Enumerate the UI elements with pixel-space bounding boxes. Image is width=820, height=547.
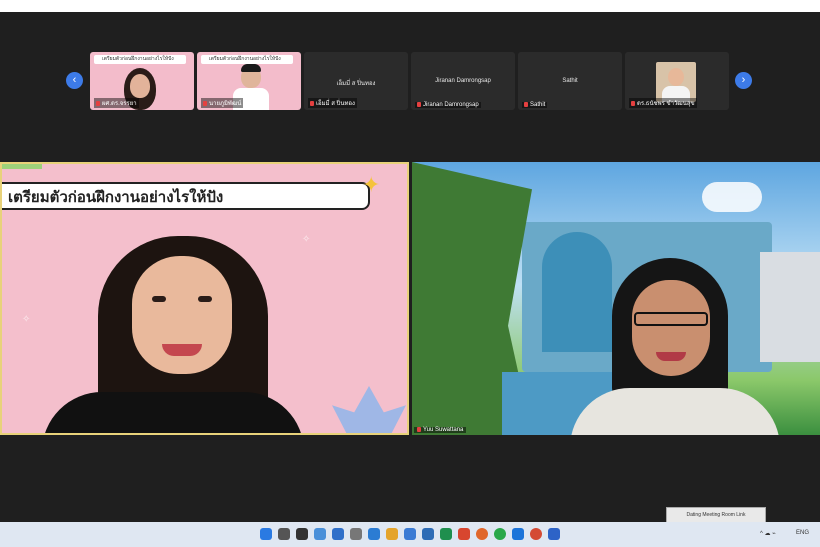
- participant-name: นายภูมิพัฒน์: [201, 98, 244, 108]
- participant-tile[interactable]: เอ็มมี่ ส ปิ่นทอง เอ็มมี่ ส ปิ่นทอง: [304, 52, 408, 110]
- presenter-eye: [198, 296, 212, 302]
- star-icon: ✦: [362, 172, 381, 197]
- sparkle-icon: ✧: [22, 314, 31, 325]
- speaker-shirt: [570, 388, 780, 435]
- task-view-icon[interactable]: [296, 528, 308, 540]
- cloud: [702, 182, 762, 212]
- participant-tile[interactable]: Sathit Sathit: [518, 52, 622, 110]
- word-icon[interactable]: [422, 528, 434, 540]
- participant-tile[interactable]: Jiranan Damrongsap Jiranan Damrongsap: [411, 52, 515, 110]
- zoom-icon[interactable]: [512, 528, 524, 540]
- folder-icon[interactable]: [386, 528, 398, 540]
- line-icon[interactable]: [494, 528, 506, 540]
- participant-tile[interactable]: ดร.ธนัชพร ขำวัฒนสุข: [625, 52, 729, 110]
- participant-tile[interactable]: เตรียมตัวก่อนฝึกงานอย่างไรให้ปัง ผศ.ดร.จ…: [90, 52, 194, 110]
- participant-name: เอ็มมี่ ส ปิ่นทอง: [308, 98, 357, 108]
- participant-name: Jiranan Damrongsap: [415, 101, 481, 108]
- speaker-smile: [656, 352, 686, 361]
- prev-participants-button[interactable]: ‹: [66, 72, 83, 89]
- mic-off-icon: [631, 100, 635, 106]
- glasses-icon: [634, 312, 708, 326]
- tile-banner: เตรียมตัวก่อนฝึกงานอย่างไรให้ปัง: [201, 55, 293, 64]
- participant-display-name: เอ็มมี่ ส ปิ่นทอง: [336, 81, 376, 87]
- participant-face: [130, 74, 150, 98]
- participant-name: ดร.ธนัชพร ขำวัฒนสุข: [629, 98, 697, 108]
- building-tower: [542, 232, 612, 352]
- crown-decoration: [332, 386, 406, 433]
- tray-icons[interactable]: ^ ☁ ⌁: [760, 530, 776, 537]
- participant-name: Sathit: [522, 101, 548, 108]
- chevron-left-icon: ‹: [72, 74, 77, 86]
- tooltip: Dating Meeting Room Link: [666, 507, 766, 523]
- speaker-video[interactable]: Yuu Suwattana: [412, 162, 820, 435]
- building-side: [760, 252, 820, 362]
- widgets-icon[interactable]: [314, 528, 326, 540]
- presenter-face: [132, 256, 232, 374]
- slide-accent: [2, 164, 42, 169]
- mail-icon[interactable]: [368, 528, 380, 540]
- presenter-video[interactable]: เตรียมตัวก่อนฝึกงานอย่างไรให้ปัง ✦ ✧ ✧: [0, 162, 409, 435]
- participant-display-name: Jiranan Damrongsap: [435, 78, 491, 84]
- search-icon[interactable]: [278, 528, 290, 540]
- avatar-face: [668, 68, 684, 86]
- participant-name: ผศ.ดร.จรรยา: [94, 98, 139, 108]
- mic-off-icon: [96, 100, 100, 106]
- presenter-eye: [152, 296, 166, 302]
- slide-title: เตรียมตัวก่อนฝึกงานอย่างไรให้ปัง: [2, 182, 370, 210]
- chrome-icon[interactable]: [476, 528, 488, 540]
- edge-icon[interactable]: [332, 528, 344, 540]
- next-participants-button[interactable]: ›: [735, 72, 752, 89]
- participant-strip: ‹ เตรียมตัวก่อนฝึกงานอย่างไรให้ปัง ผศ.ดร…: [0, 50, 820, 112]
- start-icon[interactable]: [260, 528, 272, 540]
- participant-hair: [241, 64, 261, 72]
- settings-icon[interactable]: [350, 528, 362, 540]
- powerpoint-icon[interactable]: [458, 528, 470, 540]
- speaker-name-tag: Yuu Suwattana: [414, 426, 467, 433]
- mic-off-icon: [310, 100, 314, 106]
- media-icon[interactable]: [530, 528, 542, 540]
- presenter-smile: [162, 344, 202, 356]
- store-icon[interactable]: [404, 528, 416, 540]
- participant-tile[interactable]: เตรียมตัวก่อนฝึกงานอย่างไรให้ปัง นายภูมิ…: [197, 52, 301, 110]
- participant-display-name: Sathit: [562, 78, 578, 84]
- mic-off-icon: [524, 101, 528, 107]
- presenter-shirt: [42, 392, 304, 433]
- avatar: [656, 62, 696, 102]
- excel-icon[interactable]: [440, 528, 452, 540]
- meeting-icon[interactable]: [548, 528, 560, 540]
- language-indicator[interactable]: ENG: [796, 530, 809, 536]
- sparkle-icon: ✧: [302, 234, 311, 245]
- mic-off-icon: [417, 101, 421, 107]
- mic-icon: [417, 426, 421, 432]
- taskbar: ^ ☁ ⌁ ENG: [0, 522, 820, 547]
- mic-off-icon: [203, 100, 207, 106]
- chevron-right-icon: ›: [741, 74, 746, 86]
- tile-banner: เตรียมตัวก่อนฝึกงานอย่างไรให้ปัง: [94, 55, 186, 64]
- speaker-face: [632, 280, 710, 376]
